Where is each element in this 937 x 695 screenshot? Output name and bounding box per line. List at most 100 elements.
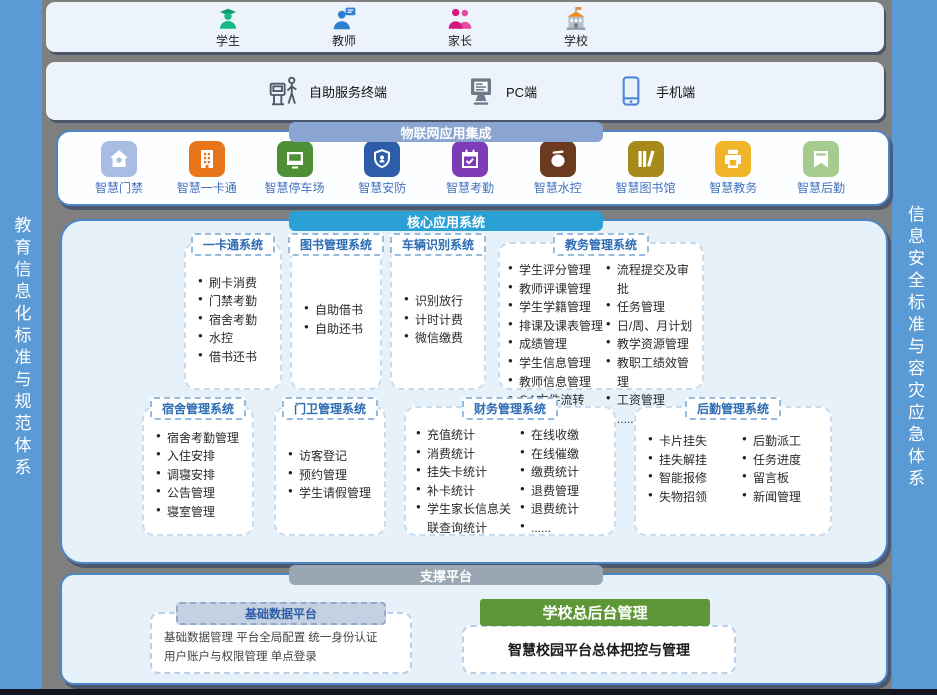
system-box-logistics: 后勤管理系统 卡片挂失 挂失解挂 智能报修 失物招领 后勤派工 任务进度 留言板… <box>634 406 832 536</box>
list-item: 学生请假管理 <box>288 484 371 503</box>
iot-label: 智慧安防 <box>358 179 406 196</box>
iot-label: 智慧停车场 <box>264 179 324 196</box>
iot-item-security: 智慧安防 <box>347 141 417 196</box>
list-item: 补卡统计 <box>416 482 516 501</box>
list-item: 学生信息管理 <box>508 354 604 373</box>
list-item: 借书还书 <box>198 348 257 367</box>
system-item-list: 宿舍考勤管理 入住安排 调寝安排 公告管理 寝室管理 <box>156 429 239 522</box>
bottom-edge-strip <box>0 689 937 695</box>
list-item: 挂失解挂 <box>648 451 726 470</box>
left-standards-bar: 教育信息化标准与规范体系 <box>0 0 42 695</box>
list-item: 门禁考勤 <box>198 292 257 311</box>
list-item: 教师评课管理 <box>508 280 604 299</box>
list-item: 退费管理 <box>520 482 606 501</box>
system-box-gate: 门卫管理系统 访客登记 预约管理 学生请假管理 <box>274 406 386 536</box>
system-item-list: 识别放行 计时计费 微信缴费 <box>404 292 463 348</box>
list-item: 智能报修 <box>648 469 726 488</box>
list-item: 退费统计 <box>520 500 606 519</box>
iot-label: 智慧水控 <box>534 179 582 196</box>
list-item: 充值统计 <box>416 426 516 445</box>
system-box-library: 图书管理系统 自助借书 自助还书 <box>290 242 382 390</box>
terminal-item-kiosk: 自助服务终端 <box>268 75 387 107</box>
water-control-icon <box>540 141 576 177</box>
system-box-dorm: 宿舍管理系统 宿舍考勤管理 入住安排 调寝安排 公告管理 寝室管理 <box>142 406 254 536</box>
user-item-teacher: 教师 <box>312 6 376 49</box>
parking-icon <box>277 141 313 177</box>
user-label: 学生 <box>216 32 240 49</box>
iot-section-header: 物联网应用集成 <box>289 122 603 142</box>
phone-icon <box>615 75 647 107</box>
user-item-student: 学生 <box>196 6 260 49</box>
smart-campus-architecture-diagram: 教育信息化标准与规范体系 信息安全标准与容灾应急体系 学生 教师 家长 学校 自… <box>0 0 937 695</box>
list-item: 学生学籍管理 <box>508 298 604 317</box>
iot-label: 智慧一卡通 <box>177 179 237 196</box>
iot-section: 物联网应用集成 智慧门禁 智慧一卡通 智慧停车场 智慧安防 智慧考勤 <box>56 130 890 206</box>
list-item: ...... <box>520 519 606 538</box>
iot-item-academic: 智慧教务 <box>698 141 768 196</box>
user-item-parents: 家长 <box>428 6 492 49</box>
parents-icon <box>447 6 473 32</box>
terminal-item-pc: PC端 <box>465 75 537 107</box>
list-item: 水控 <box>198 329 257 348</box>
iot-item-parking: 智慧停车场 <box>260 141 330 196</box>
terminals-row: 自助服务终端 PC端 手机端 <box>46 62 884 120</box>
support-platform-section: 支撑平台 基础数据平台 基础数据管理 平台全局配置 统一身份认证 用户账户与权限… <box>60 573 888 685</box>
school-admin-description: 智慧校园平台总体把控与管理 <box>508 640 690 660</box>
kiosk-icon <box>268 75 300 107</box>
system-item-list: 卡片挂失 挂失解挂 智能报修 失物招领 <box>648 432 726 506</box>
attendance-icon <box>452 141 488 177</box>
student-icon <box>215 6 241 32</box>
school-admin-title: 学校总后台管理 <box>480 599 710 626</box>
list-item: 寝室管理 <box>156 503 239 522</box>
list-item: 后勤派工 <box>742 432 820 451</box>
list-item: 调寝安排 <box>156 466 239 485</box>
list-item: 排课及课表管理 <box>508 317 604 336</box>
iot-item-library: 智慧图书馆 <box>611 141 681 196</box>
list-item: 识别放行 <box>404 292 463 311</box>
system-item-list: 在线收缴 在线催缴 缴费统计 退费管理 退费统计 ...... <box>520 426 606 538</box>
left-standards-label: 教育信息化标准与规范体系 <box>9 216 34 480</box>
list-item: 宿舍考勤 <box>198 311 257 330</box>
user-item-school: 学校 <box>544 6 608 49</box>
feature-line: 基础数据管理 平台全局配置 统一身份认证 <box>164 629 410 648</box>
base-data-platform-title: 基础数据平台 <box>176 602 386 625</box>
list-item: 公告管理 <box>156 484 239 503</box>
support-section-header: 支撑平台 <box>289 565 603 585</box>
system-box-title: 宿舍管理系统 <box>150 397 246 420</box>
list-item: 任务进度 <box>742 451 820 470</box>
list-item: 在线收缴 <box>520 426 606 445</box>
list-item: 刷卡消费 <box>198 274 257 293</box>
teacher-icon <box>331 6 357 32</box>
terminal-item-mobile: 手机端 <box>615 75 695 107</box>
iot-label: 智慧后勤 <box>797 179 845 196</box>
user-label: 教师 <box>332 32 356 49</box>
list-item: 自助借书 <box>304 301 363 320</box>
system-box-title: 财务管理系统 <box>462 397 558 420</box>
system-item-list: 充值统计 消费统计 挂失卡统计 补卡统计 学生家长信息关联查询统计 <box>416 426 516 538</box>
list-item: 日/周、月计划 <box>606 317 698 336</box>
system-item-list: 自助借书 自助还书 <box>304 301 363 338</box>
list-item: 计时计费 <box>404 311 463 330</box>
iot-item-attendance: 智慧考勤 <box>435 141 505 196</box>
list-item: 宿舍考勤管理 <box>156 429 239 448</box>
iot-label: 智慧考勤 <box>446 179 494 196</box>
terminal-label: 手机端 <box>656 82 695 101</box>
school-admin-description-box: 智慧校园平台总体把控与管理 <box>462 625 736 674</box>
system-box-title: 后勤管理系统 <box>685 397 781 420</box>
user-label: 家长 <box>448 32 472 49</box>
academic-affairs-icon <box>715 141 751 177</box>
system-box-vehicle: 车辆识别系统 识别放行 计时计费 微信缴费 <box>390 242 486 390</box>
iot-label: 智慧门禁 <box>95 179 143 196</box>
list-item: 消费统计 <box>416 445 516 464</box>
list-item: 教学资源管理 <box>606 335 698 354</box>
access-control-icon <box>101 141 137 177</box>
base-data-platform-box: 基础数据平台 基础数据管理 平台全局配置 统一身份认证 用户账户与权限管理 单点… <box>150 612 412 674</box>
system-box-title: 图书管理系统 <box>288 233 384 256</box>
system-box-title: 门卫管理系统 <box>282 397 378 420</box>
iot-item-logistics: 智慧后勤 <box>786 141 856 196</box>
list-item: 留言板 <box>742 469 820 488</box>
list-item: 卡片挂失 <box>648 432 726 451</box>
terminal-label: PC端 <box>506 82 537 101</box>
list-item: 缴费统计 <box>520 463 606 482</box>
feature-line: 用户账户与权限管理 单点登录 <box>164 648 410 667</box>
